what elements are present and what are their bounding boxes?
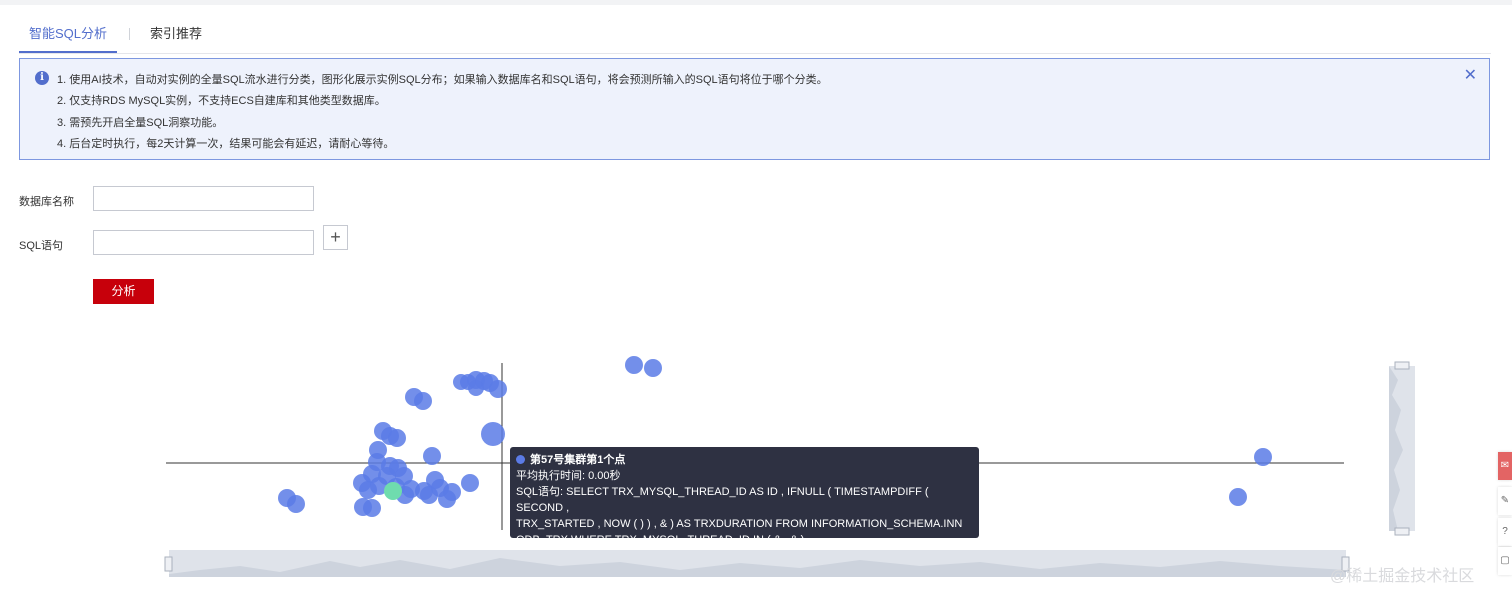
help-icon: ? xyxy=(1502,526,1508,537)
horizontal-datazoom[interactable] xyxy=(164,550,1350,577)
scatter-point[interactable] xyxy=(423,447,441,465)
scatter-point[interactable] xyxy=(388,429,406,447)
scatter-point[interactable] xyxy=(468,380,484,396)
scatter-point[interactable] xyxy=(414,392,432,410)
edit-button[interactable]: ✎ xyxy=(1498,487,1512,515)
scatter-point[interactable] xyxy=(438,490,456,508)
tooltip-title: 第57号集群第1个点 xyxy=(530,454,626,466)
scatter-point[interactable] xyxy=(287,495,305,513)
help-button[interactable]: ? xyxy=(1498,518,1512,546)
tooltip-sql-line-3: ODB_TRX WHERE TRX_MYSQL_THREAD_ID IN ( &… xyxy=(516,534,805,546)
highlighted-scatter-point[interactable] xyxy=(384,482,402,500)
chat-button[interactable]: ▢ xyxy=(1498,547,1512,575)
feedback-button[interactable]: ✉ xyxy=(1498,452,1512,480)
feedback-icon: ✉ xyxy=(1500,460,1510,471)
scatter-point[interactable] xyxy=(481,422,505,446)
watermark: @稀土掘金技术社区 xyxy=(1330,568,1475,585)
scatter-point[interactable] xyxy=(489,380,507,398)
vertical-datazoom[interactable] xyxy=(1389,361,1415,536)
tooltip-sql-line-1: SQL语句: SELECT TRX_MYSQL_THREAD_ID AS ID … xyxy=(516,486,929,514)
scatter-point[interactable] xyxy=(625,356,643,374)
tooltip-sql-line-2: TRX_STARTED , NOW ( ) ) , & ) AS TRXDURA… xyxy=(516,518,963,530)
scatter-point[interactable] xyxy=(1254,448,1272,466)
scatter-point[interactable] xyxy=(644,359,662,377)
scatter-point[interactable] xyxy=(461,474,479,492)
edit-icon: ✎ xyxy=(1500,495,1510,506)
vdatazoom-top-handle[interactable] xyxy=(1394,361,1410,370)
scatter-point[interactable] xyxy=(420,486,438,504)
scatter-point[interactable] xyxy=(1229,488,1247,506)
datazoom-left-handle[interactable] xyxy=(164,556,173,572)
series-dot xyxy=(516,455,525,464)
tooltip-avg-time: 平均执行时间: 0.00秒 xyxy=(516,470,621,482)
chat-icon: ▢ xyxy=(1500,555,1510,566)
vdatazoom-bottom-handle[interactable] xyxy=(1394,527,1410,536)
scatter-point[interactable] xyxy=(359,481,377,499)
point-tooltip: 第57号集群第1个点 平均执行时间: 0.00秒 SQL语句: SELECT T… xyxy=(510,447,979,546)
scatter-point[interactable] xyxy=(363,499,381,517)
